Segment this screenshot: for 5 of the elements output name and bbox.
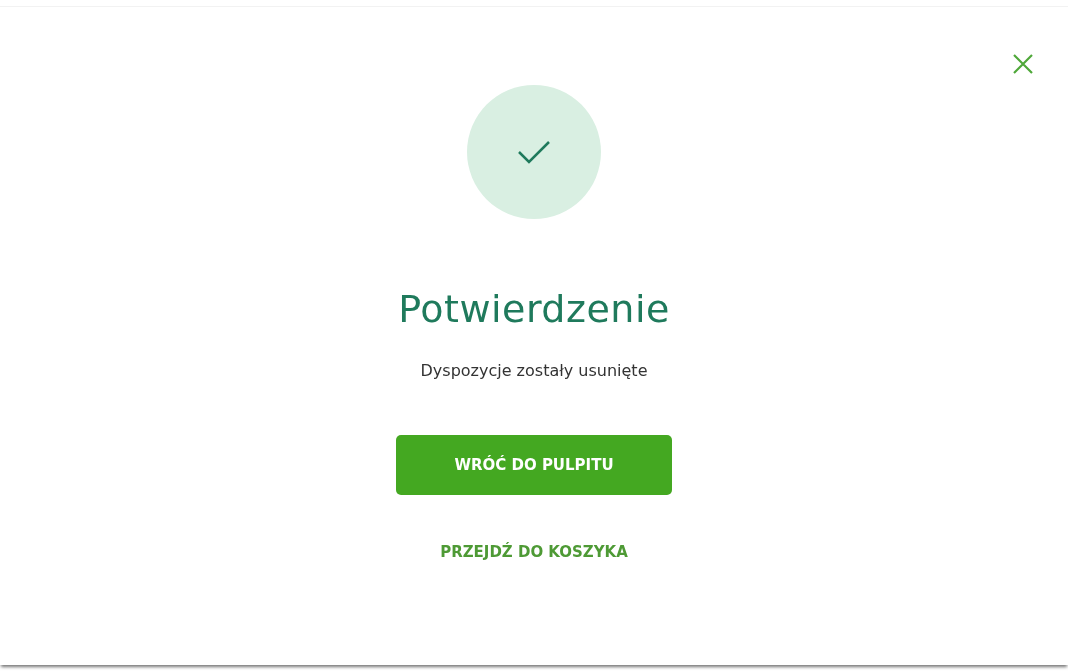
back-to-dashboard-button[interactable]: WRÓĆ DO PULPITU [396,435,672,495]
check-icon [517,140,551,164]
dialog-title: Potwierdzenie [398,287,670,331]
dialog-message: Dyspozycje zostały usunięte [420,361,648,380]
go-to-cart-link[interactable]: PRZEJDŹ DO KOSZYKA [440,543,628,561]
